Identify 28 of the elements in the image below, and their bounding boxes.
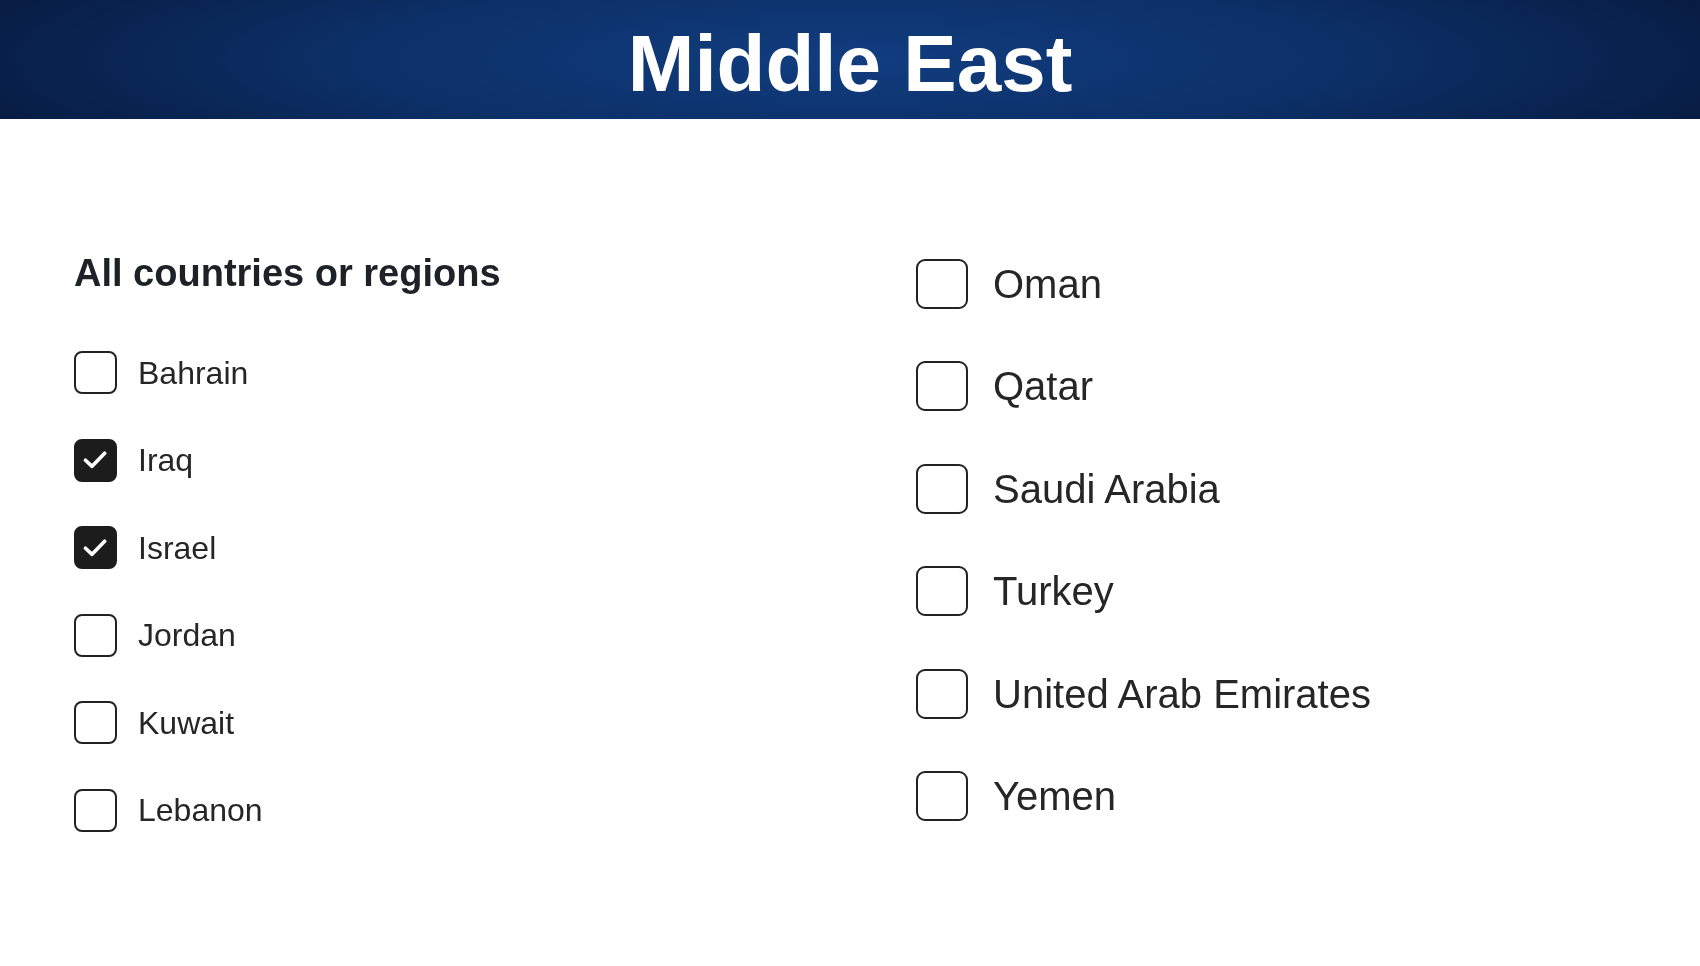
checkbox[interactable] xyxy=(916,770,968,821)
checkbox-label[interactable]: Qatar xyxy=(993,362,1094,411)
checkbox[interactable] xyxy=(74,526,117,570)
checkbox[interactable] xyxy=(74,613,117,657)
checkbox-label[interactable]: Israel xyxy=(138,527,217,568)
checkbox-label[interactable]: Oman xyxy=(993,260,1102,308)
checkbox-label[interactable]: Lebanon xyxy=(138,790,263,831)
checkbox[interactable] xyxy=(74,701,117,745)
checkbox[interactable] xyxy=(916,361,968,412)
checkbox-label[interactable]: Turkey xyxy=(993,567,1114,616)
checkbox[interactable] xyxy=(916,259,968,309)
filter-heading: All countries or regions xyxy=(74,251,502,295)
checkmark-icon xyxy=(83,537,108,558)
checkbox[interactable] xyxy=(74,438,117,482)
checkmark-icon xyxy=(83,450,108,470)
page-title: Middle East xyxy=(627,17,1073,110)
checkbox[interactable] xyxy=(916,566,968,617)
checkbox-label[interactable]: Iraq xyxy=(138,440,194,481)
checkbox-label[interactable]: United Arab Emirates xyxy=(993,669,1371,718)
checkbox-label[interactable]: Bahrain xyxy=(138,352,249,393)
checkbox[interactable] xyxy=(74,788,117,832)
checkbox-label[interactable]: Kuwait xyxy=(138,702,235,743)
checkbox-label[interactable]: Yemen xyxy=(993,771,1117,820)
checkbox[interactable] xyxy=(916,463,968,514)
checkbox-label[interactable]: Jordan xyxy=(138,615,236,656)
checkbox-label[interactable]: Saudi Arabia xyxy=(993,464,1220,513)
checkbox[interactable] xyxy=(916,668,968,719)
checkbox[interactable] xyxy=(74,351,117,394)
